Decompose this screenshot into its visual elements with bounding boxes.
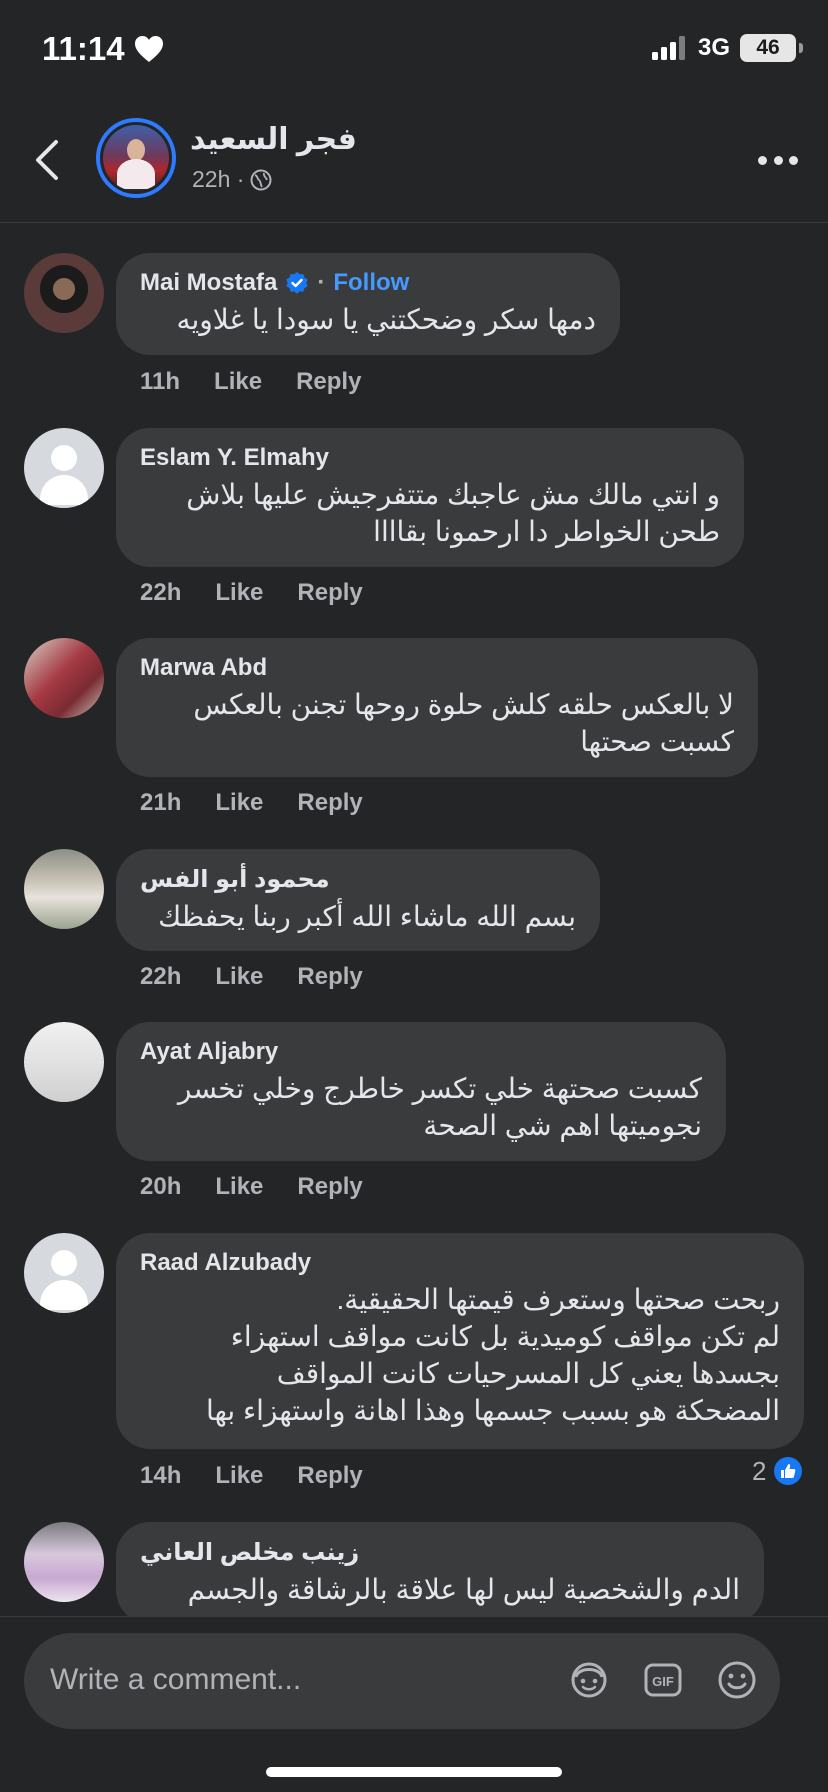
signal-icon	[652, 36, 685, 60]
comment-bubble: محمود أبو الفس بسم الله ماشاء الله أكبر …	[116, 849, 600, 951]
chevron-left-icon[interactable]	[28, 138, 68, 182]
comment-bubble: Marwa Abd لا بالعكس حلقه كلش حلوة روحها …	[116, 638, 758, 777]
comment-text-line: و انتي مالك مش عاجبك متتفرجيش عليها بلاش	[186, 479, 720, 510]
comment-text-line: بسم الله ماشاء الله أكبر ربنا يحفظك	[158, 901, 576, 932]
comment-bubble: Ayat Aljabry كسبت صحتهة خلي تكسر خاطرج و…	[116, 1022, 726, 1161]
comment-input[interactable]: Write a comment...	[50, 1663, 301, 1697]
like-button[interactable]: Like	[215, 579, 263, 607]
comment-author[interactable]: زينب مخلص العاني	[140, 1538, 740, 1567]
like-button[interactable]: Like	[215, 789, 263, 817]
like-button[interactable]: Like	[214, 368, 262, 396]
commenter-avatar[interactable]	[24, 253, 104, 333]
comment-text-line: نجوميتها اهم شي الصحة	[423, 1110, 702, 1141]
comment-actions: 22h Like Reply	[140, 963, 363, 991]
reply-button[interactable]: Reply	[297, 1173, 362, 1201]
comment-actions: 11h Like Reply	[140, 368, 361, 396]
comment-author[interactable]: Mai Mostafa	[140, 269, 277, 297]
commenter-avatar[interactable]	[24, 1233, 104, 1313]
comment-text-line: لم تكن مواقف كوميدية بل كانت مواقف استهز…	[230, 1321, 780, 1352]
commenter-avatar[interactable]	[24, 849, 104, 929]
comment-author[interactable]: محمود أبو الفس	[140, 865, 576, 894]
reaction-summary[interactable]: 2	[752, 1455, 805, 1487]
status-time: 11:14	[42, 30, 125, 67]
comment-author[interactable]: Marwa Abd	[140, 654, 734, 682]
like-button[interactable]: Like	[215, 963, 263, 991]
author-separator: ·	[317, 269, 326, 296]
network-type: 3G	[698, 34, 731, 61]
comment-actions: 21h Like Reply	[140, 789, 363, 817]
thumbs-up-icon	[772, 1455, 805, 1487]
like-button[interactable]: Like	[215, 1462, 263, 1490]
author-avatar[interactable]	[96, 118, 176, 198]
comments-screen: 11:14 3G 46 فجر السعيد 22h · Mai Mostafa…	[0, 0, 828, 1792]
home-indicator[interactable]	[266, 1767, 562, 1777]
comment-text-line: بجسدها يعني كل المسرحيات كانت المواقف	[276, 1358, 780, 1389]
comment-bubble: زينب مخلص العاني الدم والشخصية ليس لها ع…	[116, 1522, 764, 1624]
comment-text-line: المضحكة هو بسبب جسمها وهذا اهانة واستهزا…	[205, 1395, 780, 1426]
emoji-icon[interactable]	[716, 1659, 758, 1701]
comment-text-line: طحن الخواطر دا ارحمونا بقاااا	[373, 516, 720, 547]
comment-text-line: الدم والشخصية ليس لها علاقة بالرشاقة وال…	[187, 1574, 740, 1605]
comment-bubble: Mai Mostafa · Follow دمها سكر وضحكتني يا…	[116, 253, 620, 355]
comment-actions: 22h Like Reply	[140, 579, 363, 607]
comment-bubble: Raad Alzubady ربحت صحتها وستعرف قيمتها ا…	[116, 1233, 804, 1449]
gif-icon[interactable]: GIF	[642, 1659, 684, 1701]
comment-actions: 14h Like Reply	[140, 1462, 363, 1490]
comment-time: 21h	[140, 789, 182, 816]
like-button[interactable]: Like	[215, 1173, 263, 1201]
comment-time: 22h	[140, 579, 182, 606]
comment-time: 20h	[140, 1173, 182, 1200]
more-icon[interactable]	[758, 152, 798, 168]
comment-author[interactable]: Raad Alzubady	[140, 1249, 780, 1277]
comment-author[interactable]: Ayat Aljabry	[140, 1038, 702, 1066]
author-avatar-image	[103, 125, 169, 191]
commenter-avatar[interactable]	[24, 1022, 104, 1102]
globe-icon	[250, 169, 272, 190]
battery-indicator: 46	[740, 34, 796, 62]
battery-nub	[799, 43, 803, 53]
comment-text-line: لا بالعكس حلقه كلش حلوة روحها تجنن بالعك…	[193, 689, 734, 720]
post-header: فجر السعيد 22h ·	[0, 100, 828, 223]
heart-icon	[135, 36, 163, 62]
reply-button[interactable]: Reply	[297, 789, 362, 817]
comment-text-line: ربحت صحتها وستعرف قيمتها الحقيقية.	[336, 1284, 780, 1315]
reply-button[interactable]: Reply	[297, 963, 362, 991]
comment-bubble: Eslam Y. Elmahy و انتي مالك مش عاجبك متت…	[116, 428, 744, 567]
comment-composer[interactable]: Write a comment... GIF	[24, 1633, 780, 1729]
commenter-avatar[interactable]	[24, 1522, 104, 1602]
comment-time: 14h	[140, 1462, 182, 1489]
comment-text-line: كسبت صحتهة خلي تكسر خاطرج وخلي تخسر	[177, 1073, 702, 1104]
reply-button[interactable]: Reply	[296, 368, 361, 396]
comment-text-line: دمها سكر وضحكتني يا سودا يا غلاويه	[176, 304, 596, 335]
reply-button[interactable]: Reply	[297, 1462, 362, 1490]
commenter-avatar[interactable]	[24, 638, 104, 718]
comment-author[interactable]: Eslam Y. Elmahy	[140, 444, 720, 472]
comment-time: 22h	[140, 963, 182, 990]
follow-button[interactable]: Follow	[333, 269, 409, 297]
comment-actions: 20h Like Reply	[140, 1173, 363, 1201]
commenter-avatar[interactable]	[24, 428, 104, 508]
reply-button[interactable]: Reply	[297, 579, 362, 607]
status-bar: 11:14 3G 46	[0, 0, 828, 100]
verified-icon	[286, 272, 308, 294]
comment-composer-area: Write a comment... GIF	[0, 1616, 828, 1792]
avatar-sticker-icon[interactable]	[568, 1659, 610, 1701]
comment-text-line: كسبت صحتها	[580, 726, 734, 757]
reaction-count: 2	[752, 1455, 767, 1486]
post-author-name[interactable]: فجر السعيد	[190, 122, 357, 157]
post-meta: 22h ·	[192, 166, 272, 193]
comment-time: 11h	[140, 368, 181, 395]
comment-author-row: Mai Mostafa · Follow	[140, 269, 596, 297]
svg-text:GIF: GIF	[652, 1674, 674, 1689]
post-time: 22h ·	[192, 166, 245, 192]
